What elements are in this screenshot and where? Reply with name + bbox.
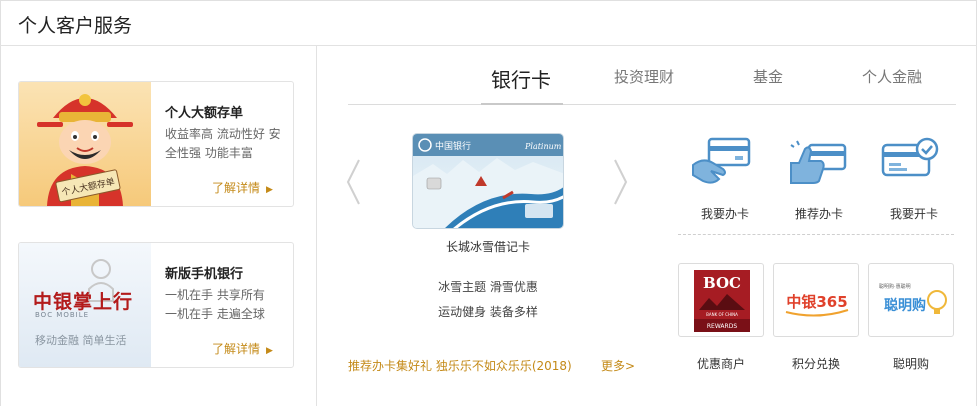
mobile-banking-logo-sub: BOC MOBILE bbox=[35, 311, 90, 319]
triangle-right-icon: ▶ bbox=[266, 346, 273, 356]
learn-more-label[interactable]: 了解详情 bbox=[212, 181, 260, 195]
great-wall-snow-card-image[interactable]: 中国银行 Platinum bbox=[412, 133, 564, 229]
chevron-left-icon[interactable] bbox=[344, 158, 362, 206]
card-feature-line: 运动健身 装备多样 bbox=[438, 305, 538, 319]
boc-365-logo[interactable]: 中银365 bbox=[773, 263, 859, 337]
boc-rewards-logo[interactable]: BOC BANK OF CHINA REWARDS bbox=[678, 263, 764, 337]
tab-bar-divider bbox=[348, 104, 956, 105]
mobile-banking-logo: 中银掌上行 bbox=[33, 291, 134, 313]
tab-investment[interactable]: 投资理财 bbox=[614, 66, 674, 87]
chevron-right-icon[interactable] bbox=[612, 158, 630, 206]
apply-card-label[interactable]: 我要办卡 bbox=[685, 205, 765, 222]
card-activate-check-icon[interactable] bbox=[879, 135, 943, 187]
rewards-text: REWARDS bbox=[707, 323, 737, 330]
boc-365-text: 中银365 bbox=[786, 293, 847, 311]
learn-more-link[interactable]: 了解详情 ▶ bbox=[212, 340, 273, 357]
section-title: 个人客户服务 bbox=[18, 15, 133, 37]
boc-logo-fine: BANK OF CHINA bbox=[706, 312, 738, 317]
more-link[interactable]: 更多> bbox=[601, 357, 635, 374]
recommend-card-label[interactable]: 推荐办卡 bbox=[779, 205, 859, 222]
promo-card-mobile-banking[interactable]: 中银掌上行 BOC MOBILE 移动金融 简单生活 新版手机银行 一机在手 共… bbox=[18, 242, 294, 368]
column-divider bbox=[316, 46, 317, 406]
card-feature-line: 冰雪主题 滑雪优惠 bbox=[438, 280, 538, 294]
active-tab-indicator bbox=[481, 103, 563, 105]
smart-shopping-fine: 聪明购·惠聪明 bbox=[879, 283, 911, 290]
fortune-god-image: 个人大额存单 bbox=[19, 82, 151, 206]
mobile-banking-image: 中银掌上行 BOC MOBILE 移动金融 简单生活 bbox=[19, 243, 151, 367]
tab-personal-finance[interactable]: 个人金融 bbox=[862, 66, 922, 87]
points-redeem-label[interactable]: 积分兑换 bbox=[773, 355, 859, 372]
card-description-line: 一机在手 走遍全球 bbox=[165, 307, 265, 321]
promo-card-deposit[interactable]: 个人大额存单 个人大额存单 收益率高 流动性好 安全性强 功能丰富 了解详情 ▶ bbox=[18, 81, 294, 207]
thumbs-up-card-icon[interactable] bbox=[785, 135, 849, 187]
dotted-divider bbox=[678, 234, 954, 235]
card-tier-text: Platinum bbox=[524, 142, 562, 151]
smart-shopping-label[interactable]: 聪明购 bbox=[868, 355, 954, 372]
tab-bank-card[interactable]: 银行卡 bbox=[491, 64, 551, 93]
smart-shopping-logo[interactable]: 聪明购·惠聪明 聪明购 bbox=[868, 263, 954, 337]
triangle-right-icon: ▶ bbox=[266, 185, 273, 195]
boc-logo-text: BOC bbox=[703, 274, 741, 292]
title-divider bbox=[0, 45, 977, 46]
card-description: 收益率高 流动性好 安全性强 功能丰富 bbox=[165, 127, 281, 160]
referral-promo-link[interactable]: 推荐办卡集好礼 独乐乐不如众乐乐(2018) bbox=[348, 357, 572, 374]
card-description-line: 一机在手 共享所有 bbox=[165, 288, 265, 302]
tab-fund[interactable]: 基金 bbox=[753, 66, 783, 87]
card-brand-text: 中国银行 bbox=[435, 140, 471, 152]
card-description: 一机在手 共享所有 一机在手 走遍全球 bbox=[165, 286, 289, 324]
learn-more-link[interactable]: 了解详情 ▶ bbox=[212, 179, 273, 196]
learn-more-label[interactable]: 了解详情 bbox=[212, 342, 260, 356]
mobile-banking-slogan: 移动金融 简单生活 bbox=[35, 334, 127, 347]
card-title: 新版手机银行 bbox=[165, 267, 244, 282]
card-title: 个人大额存单 bbox=[165, 106, 244, 121]
smart-shopping-text: 聪明购 bbox=[884, 297, 926, 314]
card-in-hand-icon[interactable] bbox=[689, 135, 753, 187]
activate-card-label[interactable]: 我要开卡 bbox=[874, 205, 954, 222]
discount-merchants-label[interactable]: 优惠商户 bbox=[678, 355, 764, 372]
card-name[interactable]: 长城冰雪借记卡 bbox=[400, 238, 576, 255]
